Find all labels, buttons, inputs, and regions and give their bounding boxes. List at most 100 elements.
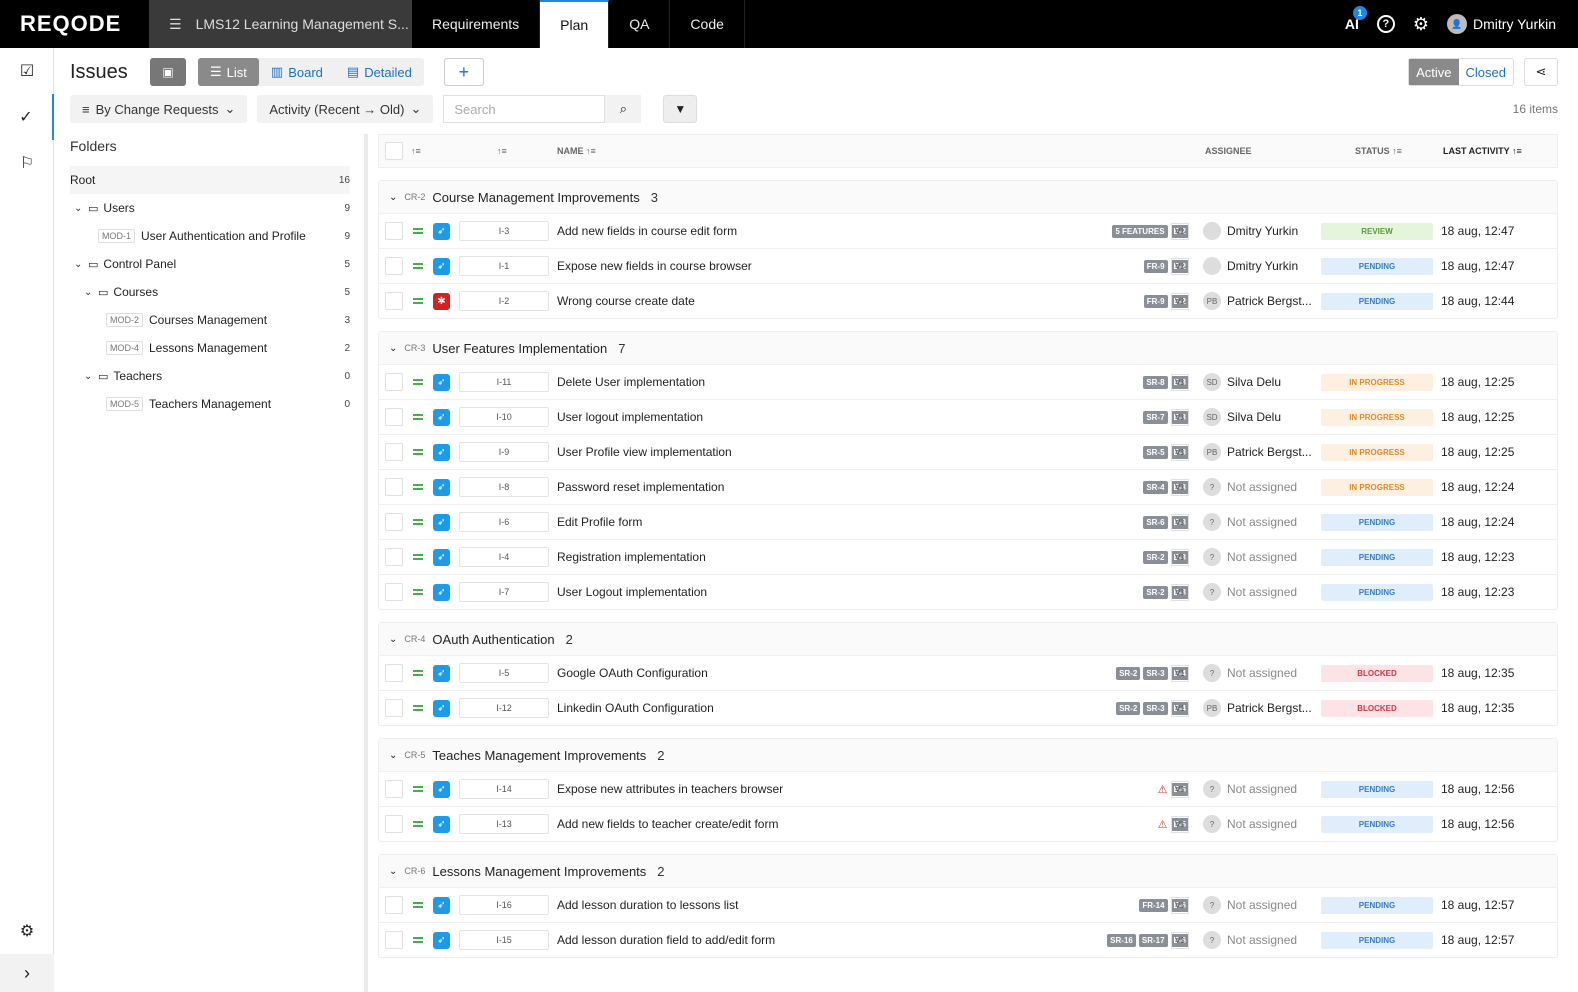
assignee[interactable]: ? Not assigned: [1203, 815, 1315, 833]
issue-id[interactable]: I-11: [459, 372, 549, 392]
group-header[interactable]: ⌄ CR-5 Teaches Management Improvements 2: [379, 739, 1557, 771]
table-row[interactable]: ➶ I-11 Delete User implementation SR-8 E-3 V1…: [379, 364, 1557, 399]
row-checkbox[interactable]: [385, 699, 403, 717]
share-icon[interactable]: ⋖: [1524, 58, 1558, 86]
column-last-activity[interactable]: LAST ACTIVITY ↑≡: [1443, 146, 1522, 156]
trace-tag[interactable]: FR-14: [1139, 898, 1168, 912]
issue-name[interactable]: Expose new fields in course browser: [557, 259, 752, 273]
table-row[interactable]: ➶ I-3 Add new fields in course edit form 5 …: [379, 213, 1557, 248]
assignee[interactable]: ? Not assigned: [1203, 780, 1315, 798]
status-badge[interactable]: BLOCKED: [1321, 699, 1433, 717]
issue-id[interactable]: I-3: [459, 221, 549, 241]
issue-id[interactable]: I-4: [459, 547, 549, 567]
filter-icon[interactable]: ▼: [663, 95, 698, 123]
row-checkbox[interactable]: [385, 815, 403, 833]
chevron-down-icon[interactable]: ⌄: [389, 750, 397, 761]
add-issue-button[interactable]: +: [443, 58, 484, 86]
view-detailed-button[interactable]: ▤ Detailed: [335, 58, 424, 86]
issue-name[interactable]: Wrong course create date: [557, 294, 695, 308]
search-input[interactable]: Search: [443, 95, 606, 123]
assignee[interactable]: PB Patrick Bergst...: [1203, 699, 1315, 717]
view-board-button[interactable]: ▥ Board: [259, 58, 335, 86]
folder-root[interactable]: Root 16: [70, 166, 350, 194]
status-badge[interactable]: PENDING: [1321, 548, 1433, 566]
ai-assistant-button[interactable]: AI 1: [1345, 6, 1367, 32]
trace-tag[interactable]: FR-9: [1143, 294, 1168, 308]
issue-name[interactable]: User Logout implementation: [557, 585, 707, 599]
issue-name[interactable]: User Profile view implementation: [557, 445, 732, 459]
issue-name[interactable]: Linkedin OAuth Configuration: [557, 701, 714, 715]
table-row[interactable]: ➶ I-12 Linkedin OAuth Configuration SR-2 SR-…: [379, 690, 1557, 725]
issue-id[interactable]: I-9: [459, 442, 549, 462]
settings-gear-icon[interactable]: ⚙: [1413, 14, 1429, 35]
rail-issues-check-icon[interactable]: ✓: [0, 94, 54, 140]
issue-id[interactable]: I-10: [459, 407, 549, 427]
folder-courses[interactable]: ⌄ ▭ Courses 5: [70, 278, 350, 306]
chevron-down-icon[interactable]: ⌄: [74, 259, 88, 270]
user-menu[interactable]: 👤 Dmitry Yurkin: [1447, 14, 1556, 34]
table-row[interactable]: ➶ I-16 Add lesson duration to lessons list…: [379, 887, 1557, 922]
row-checkbox[interactable]: [385, 583, 403, 601]
tab-plan[interactable]: Plan: [540, 0, 610, 48]
table-row[interactable]: ➶ I-7 User Logout implementation SR-2 E-3 V1?…: [379, 574, 1557, 609]
table-row[interactable]: ➶ I-1 Expose new fields in course browser F…: [379, 248, 1557, 283]
status-badge[interactable]: PENDING: [1321, 292, 1433, 310]
trace-tag[interactable]: SR-16: [1107, 933, 1136, 947]
issue-id[interactable]: I-2: [459, 291, 549, 311]
issue-name[interactable]: Password reset implementation: [557, 480, 724, 494]
assignee[interactable]: ? Not assigned: [1203, 478, 1315, 496]
trace-tag[interactable]: SR-3: [1143, 701, 1168, 715]
assignee[interactable]: SD Silva Delu: [1203, 408, 1315, 426]
folder-users[interactable]: ⌄ ▭ Users 9: [70, 194, 350, 222]
trace-tag[interactable]: SR-2: [1116, 701, 1141, 715]
table-row[interactable]: ➶ I-15 Add lesson duration field to add/ed…: [379, 922, 1557, 957]
toggle-folders-button[interactable]: ▣: [150, 58, 186, 86]
view-list-button[interactable]: ☰ List: [198, 58, 259, 86]
trace-tag[interactable]: SR-17: [1138, 933, 1168, 947]
trace-tag[interactable]: SR-7: [1143, 410, 1168, 424]
issue-id[interactable]: I-12: [459, 698, 549, 718]
trace-tag[interactable]: SR-8: [1143, 375, 1168, 389]
folder-mod-4[interactable]: MOD-4 Lessons Management 2: [70, 334, 350, 362]
issue-id[interactable]: I-16: [459, 895, 549, 915]
assignee[interactable]: PB Patrick Bergst...: [1203, 292, 1315, 310]
issue-id[interactable]: I-8: [459, 477, 549, 497]
issue-name[interactable]: Registration implementation: [557, 550, 706, 564]
folder-mod-2[interactable]: MOD-2 Courses Management 3: [70, 306, 350, 334]
status-badge[interactable]: REVIEW: [1321, 222, 1433, 240]
issue-id[interactable]: I-5: [459, 663, 549, 683]
issue-id[interactable]: I-13: [459, 814, 549, 834]
assignee[interactable]: Dmitry Yurkin: [1203, 257, 1315, 275]
assignee[interactable]: ? Not assigned: [1203, 931, 1315, 949]
chevron-down-icon[interactable]: ⌄: [84, 371, 98, 382]
group-by-dropdown[interactable]: ≡ By Change Requests ⌄: [70, 95, 248, 123]
issue-id[interactable]: I-15: [459, 930, 549, 950]
assignee[interactable]: Dmitry Yurkin: [1203, 222, 1315, 240]
status-badge[interactable]: PENDING: [1321, 513, 1433, 531]
issue-name[interactable]: Add lesson duration field to add/edit fo…: [557, 933, 775, 947]
row-checkbox[interactable]: [385, 548, 403, 566]
folder-mod-1[interactable]: MOD-1 User Authentication and Profile 9: [70, 222, 350, 250]
trace-tag[interactable]: FR-9: [1143, 259, 1168, 273]
status-badge[interactable]: IN PROGRESS: [1321, 478, 1433, 496]
app-logo[interactable]: REQODE: [0, 0, 149, 48]
issue-name[interactable]: Expose new attributes in teachers browse…: [557, 782, 783, 796]
issue-name[interactable]: Add new fields to teacher create/edit fo…: [557, 817, 778, 831]
trace-tag[interactable]: 5 FEATURES: [1112, 224, 1168, 238]
row-checkbox[interactable]: [385, 896, 403, 914]
row-checkbox[interactable]: [385, 443, 403, 461]
assignee[interactable]: ? Not assigned: [1203, 513, 1315, 531]
status-badge[interactable]: PENDING: [1321, 780, 1433, 798]
folder-teachers[interactable]: ⌄ ▭ Teachers 0: [70, 362, 350, 390]
assignee[interactable]: ? Not assigned: [1203, 548, 1315, 566]
table-row[interactable]: ➶ I-13 Add new fields to teacher create/ed…: [379, 806, 1557, 841]
issue-name[interactable]: Edit Profile form: [557, 515, 642, 529]
status-badge[interactable]: IN PROGRESS: [1321, 373, 1433, 391]
row-checkbox[interactable]: [385, 931, 403, 949]
assignee[interactable]: SD Silva Delu: [1203, 373, 1315, 391]
assignee[interactable]: ? Not assigned: [1203, 664, 1315, 682]
column-assignee[interactable]: ASSIGNEE: [1205, 146, 1252, 156]
sort-id-icon[interactable]: ↑≡: [497, 146, 507, 156]
trace-tag[interactable]: SR-2: [1143, 585, 1168, 599]
table-row[interactable]: ✱ I-2 Wrong course create date FR-9 E-2 V1 PB P…: [379, 283, 1557, 318]
